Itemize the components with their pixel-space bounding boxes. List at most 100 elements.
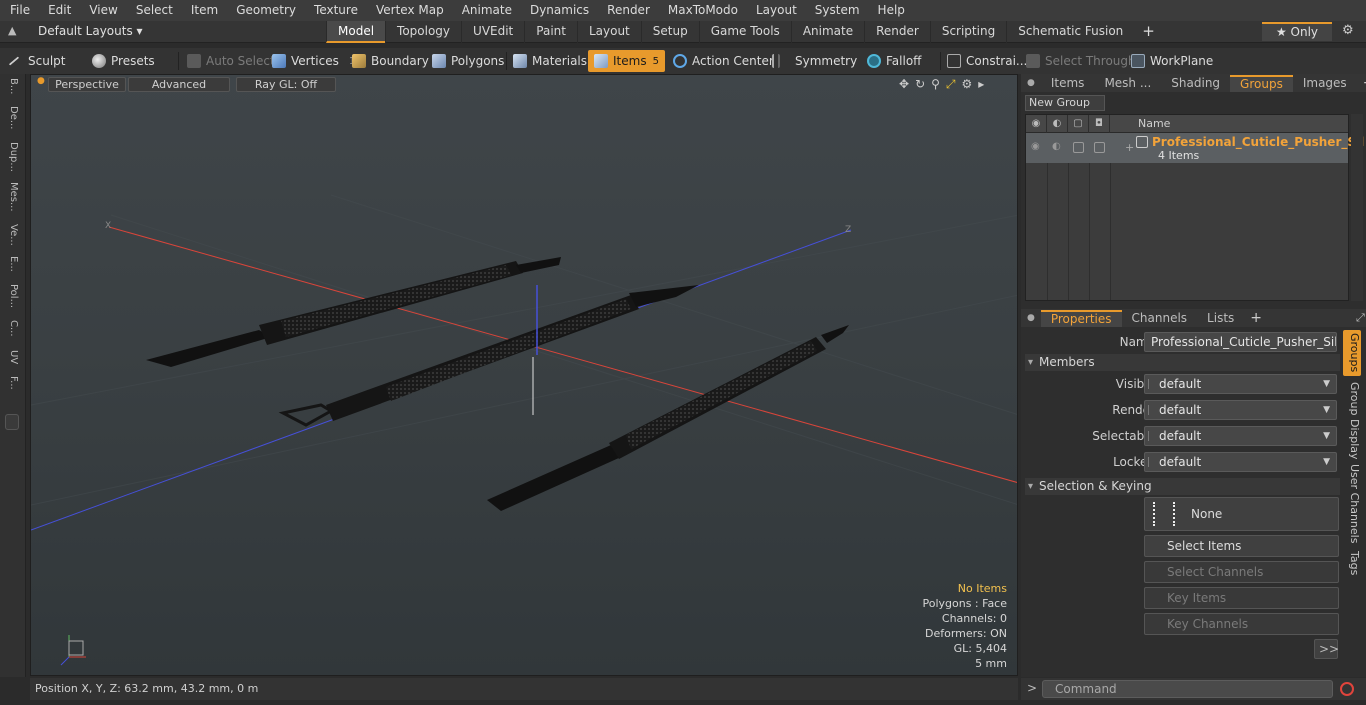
side-tab-tags[interactable]: Tags xyxy=(1343,546,1361,580)
tool-tab-polygon[interactable]: Pol... xyxy=(5,284,19,308)
menu-edit[interactable]: Edit xyxy=(38,0,79,21)
key-channels-button[interactable]: Key Channels xyxy=(1144,613,1339,635)
tab-game-tools[interactable]: Game Tools xyxy=(698,21,791,43)
selectable-dropdown[interactable]: default ▼ xyxy=(1144,426,1337,446)
visible-dropdown[interactable]: default ▼ xyxy=(1144,374,1337,394)
panel-menu-icon[interactable]: ● xyxy=(1021,78,1041,88)
zoom-view-icon[interactable]: ⚲ xyxy=(931,77,940,92)
row-select-checkbox[interactable] xyxy=(1073,142,1084,153)
add-panel-tab-button[interactable]: + xyxy=(1357,74,1366,92)
row-eye-icon[interactable]: ◉ xyxy=(1031,141,1040,152)
tab-schematic-fusion[interactable]: Schematic Fusion xyxy=(1006,21,1134,43)
select-channels-button[interactable]: Select Channels xyxy=(1144,561,1339,583)
menu-file[interactable]: File xyxy=(0,0,38,21)
tool-tab-vertex[interactable]: Ve... xyxy=(5,224,19,246)
menu-texture[interactable]: Texture xyxy=(304,0,366,21)
toolbox-toggle[interactable] xyxy=(5,414,19,430)
shading-mode-button[interactable]: Advanced xyxy=(128,77,230,92)
tool-tab-uv[interactable]: UV xyxy=(5,350,19,364)
selection-keying-section-header[interactable]: Selection & Keying xyxy=(1025,478,1340,495)
auto-select-button[interactable]: Auto Select xyxy=(187,50,275,72)
add-properties-tab-button[interactable]: + xyxy=(1244,309,1268,327)
none-button[interactable]: None xyxy=(1144,497,1339,531)
presets-button[interactable]: Presets xyxy=(92,50,155,72)
select-cube-icon[interactable]: ▢ xyxy=(1068,115,1089,133)
tab-scripting[interactable]: Scripting xyxy=(929,21,1006,43)
tab-layout[interactable]: Layout xyxy=(576,21,641,43)
vertices-button[interactable]: Vertices 1 xyxy=(272,50,355,72)
menu-dynamics[interactable]: Dynamics xyxy=(520,0,597,21)
menu-view[interactable]: View xyxy=(79,0,125,21)
command-input[interactable]: Command xyxy=(1042,680,1333,698)
select-items-button[interactable]: Select Items xyxy=(1144,535,1339,557)
row-render-icon[interactable]: ◐ xyxy=(1052,141,1061,152)
rotate-view-icon[interactable]: ↻ xyxy=(915,77,925,92)
tool-tab-fusion[interactable]: F... xyxy=(5,376,19,390)
menu-animate[interactable]: Animate xyxy=(452,0,520,21)
tool-tab-basic[interactable]: B... xyxy=(5,78,19,94)
viewport-expand-icon[interactable]: ▸ xyxy=(978,77,984,92)
group-row[interactable]: ◉ ◐ + Professional_Cuticle_Pusher_Sil ..… xyxy=(1026,133,1366,163)
record-macro-icon[interactable] xyxy=(1340,682,1354,696)
side-tab-group-display[interactable]: Group Display xyxy=(1343,382,1361,460)
tab-channels[interactable]: Channels xyxy=(1122,309,1198,327)
add-tab-button[interactable]: + xyxy=(1134,21,1163,43)
row-lock-checkbox[interactable] xyxy=(1094,142,1105,153)
group-list-scrollbar[interactable] xyxy=(1351,114,1363,301)
menu-render[interactable]: Render xyxy=(597,0,658,21)
action-center-button[interactable]: Action Center xyxy=(673,50,774,72)
side-tab-groups[interactable]: Groups xyxy=(1343,330,1361,376)
tab-topology[interactable]: Topology xyxy=(385,21,461,43)
tool-tab-deform[interactable]: De... xyxy=(5,106,19,129)
materials-button[interactable]: Materials xyxy=(513,50,587,72)
tab-model[interactable]: Model xyxy=(326,21,386,43)
tab-items[interactable]: Items xyxy=(1041,74,1095,92)
render-icon[interactable]: ◐ xyxy=(1047,115,1068,133)
only-toggle[interactable]: ★ Only xyxy=(1262,22,1332,41)
tab-render[interactable]: Render xyxy=(864,21,930,43)
side-tab-user-channels[interactable]: User Channels xyxy=(1343,464,1361,543)
lock-icon[interactable]: ◘ xyxy=(1089,115,1110,133)
select-through-button[interactable]: Select Through xyxy=(1026,50,1136,72)
gear-icon[interactable]: ⚙ xyxy=(1342,23,1354,38)
locked-dropdown[interactable]: default ▼ xyxy=(1144,452,1337,472)
boundary-button[interactable]: Boundary xyxy=(352,50,429,72)
fit-view-icon[interactable]: ⤢ xyxy=(946,77,956,92)
3d-viewport[interactable]: X Z ● Perspective Advanced Ray GL: Off ✥… xyxy=(30,74,1018,676)
tab-paint[interactable]: Paint xyxy=(524,21,577,43)
menu-select[interactable]: Select xyxy=(126,0,181,21)
symmetry-button[interactable]: Symmetry xyxy=(772,50,857,72)
menu-help[interactable]: Help xyxy=(868,0,913,21)
menu-system[interactable]: System xyxy=(805,0,868,21)
items-button[interactable]: Items 5 xyxy=(588,50,665,72)
tab-uvedit[interactable]: UVEdit xyxy=(461,21,524,43)
expand-group-icon[interactable]: + xyxy=(1125,141,1134,154)
workplane-button[interactable]: WorkPlane xyxy=(1131,50,1213,72)
tab-lists[interactable]: Lists xyxy=(1197,309,1244,327)
tab-images[interactable]: Images xyxy=(1293,74,1357,92)
menu-layout[interactable]: Layout xyxy=(746,0,805,21)
menu-item[interactable]: Item xyxy=(181,0,226,21)
polygons-button[interactable]: Polygons xyxy=(432,50,504,72)
new-group-button[interactable]: New Group xyxy=(1025,95,1105,111)
viewport-settings-icon[interactable]: ⚙ xyxy=(962,77,973,92)
layout-selector[interactable]: Default Layouts ▾ xyxy=(38,24,143,38)
viewport-menu-icon[interactable]: ● xyxy=(37,76,45,86)
tab-shading[interactable]: Shading xyxy=(1161,74,1230,92)
more-button[interactable]: >> xyxy=(1314,639,1339,659)
name-field[interactable]: Professional_Cuticle_Pusher_Silver_Se xyxy=(1144,332,1337,352)
move-view-icon[interactable]: ✥ xyxy=(899,77,909,92)
menu-vertex-map[interactable]: Vertex Map xyxy=(366,0,452,21)
tool-tab-duplicate[interactable]: Dup... xyxy=(5,142,19,172)
pin-icon[interactable]: ▲ xyxy=(8,24,22,38)
tab-animate[interactable]: Animate xyxy=(790,21,864,43)
render-dropdown[interactable]: default ▼ xyxy=(1144,400,1337,420)
tab-properties[interactable]: Properties xyxy=(1040,309,1122,327)
visibility-eye-icon[interactable]: ◉ xyxy=(1026,115,1047,133)
key-items-button[interactable]: Key Items xyxy=(1144,587,1339,609)
sculpt-button[interactable]: Sculpt xyxy=(8,50,65,72)
tool-tab-edge[interactable]: E... xyxy=(5,256,19,272)
properties-menu-icon[interactable]: ● xyxy=(1021,313,1041,323)
tool-tab-mesh-edit[interactable]: Mes... xyxy=(5,182,19,212)
view-mode-button[interactable]: Perspective xyxy=(48,77,126,92)
